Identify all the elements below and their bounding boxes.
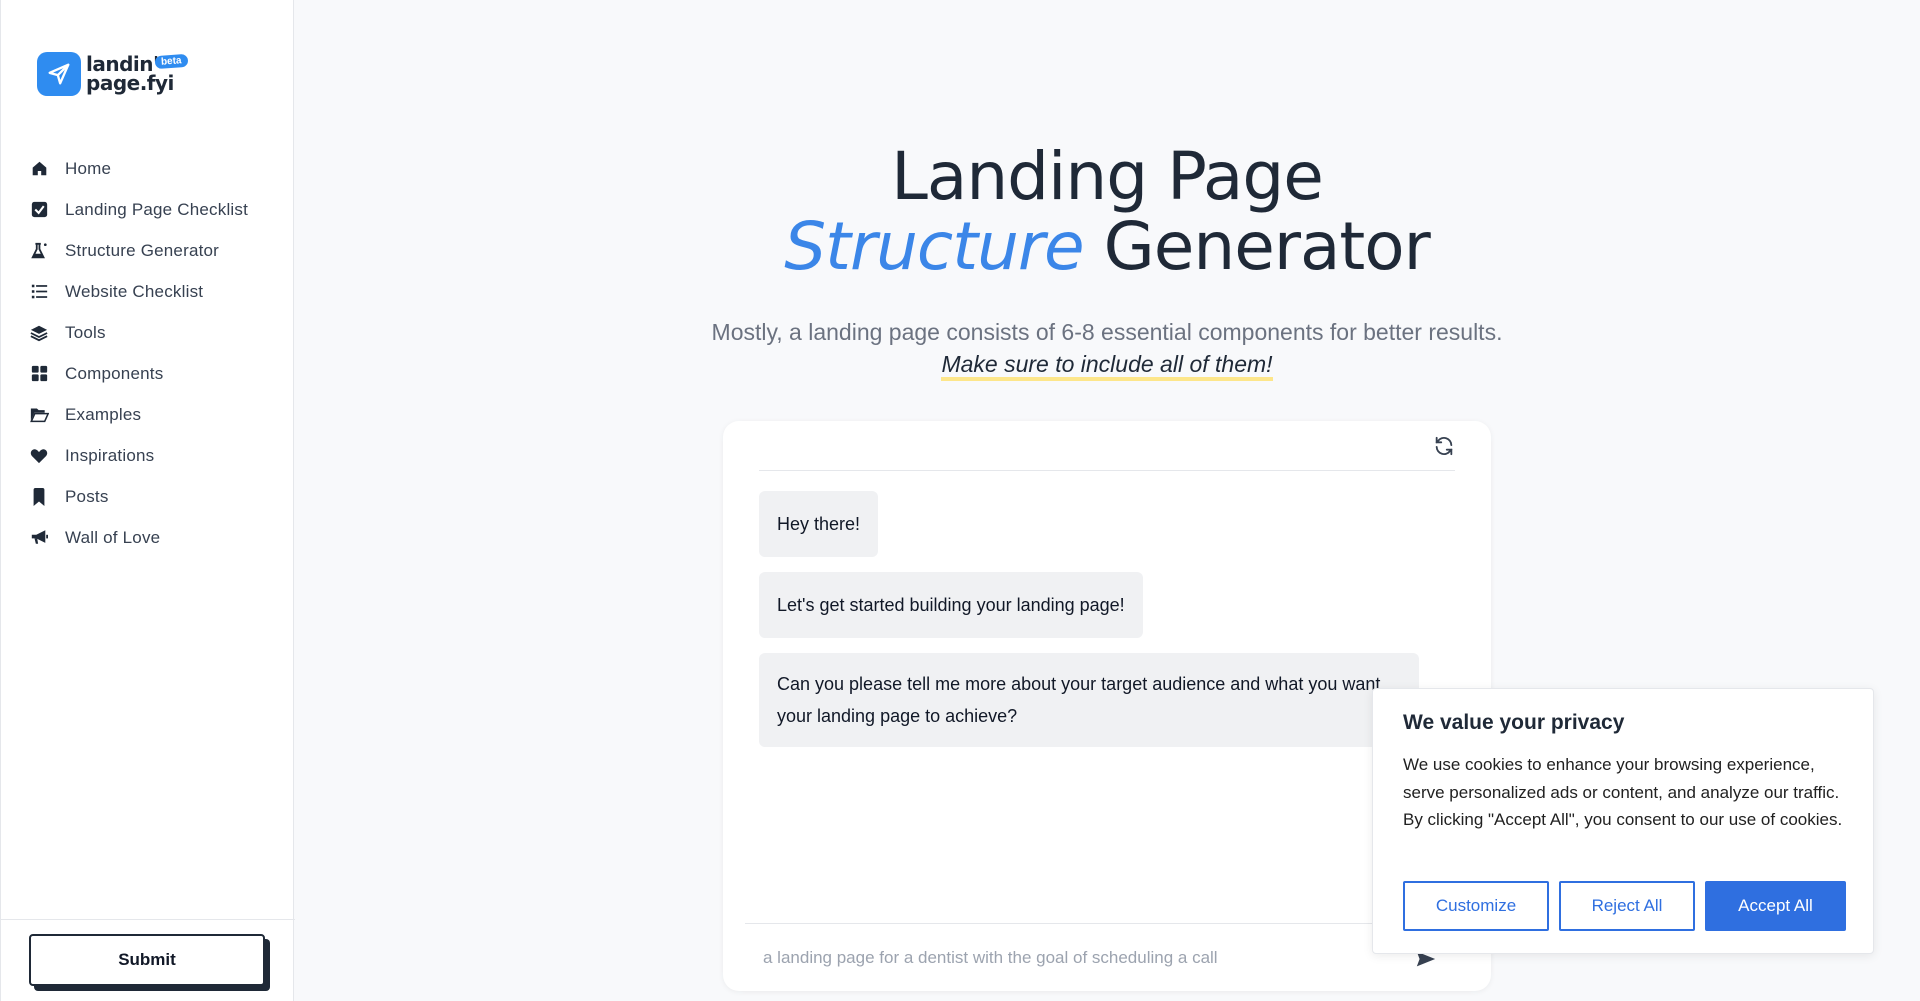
hero-subtitle: Mostly, a landing page consists of 6-8 e… [711, 319, 1503, 345]
sidebar: landin' page.fyi beta Home Landing Page … [0, 0, 295, 1001]
layers-icon [29, 323, 49, 343]
sidebar-item-label: Landing Page Checklist [65, 199, 249, 219]
reject-all-button[interactable]: Reject All [1559, 881, 1695, 931]
megaphone-icon [29, 528, 49, 548]
logo[interactable]: landin' page.fyi beta [37, 52, 188, 96]
submit-button[interactable]: Submit [29, 934, 265, 986]
home-icon [29, 159, 49, 179]
refresh-icon[interactable] [1433, 435, 1455, 457]
sidebar-item-inspirations[interactable]: Inspirations [29, 435, 279, 476]
hero-subtitle-emphasis: Make sure to include all of them! [294, 348, 1920, 381]
sidebar-item-posts[interactable]: Posts [29, 476, 279, 517]
sidebar-item-structure-generator[interactable]: Structure Generator [29, 230, 279, 271]
sidebar-item-website-checklist[interactable]: Website Checklist [29, 271, 279, 312]
sidebar-item-landing-page-checklist[interactable]: Landing Page Checklist [29, 189, 279, 230]
cookie-actions: Customize Reject All Accept All [1403, 881, 1846, 931]
page-title: Landing Page Structure Generator [294, 142, 1920, 282]
sidebar-item-home[interactable]: Home [29, 148, 279, 189]
chat-input[interactable] [745, 924, 1385, 992]
title-accent: Structure [784, 208, 1084, 285]
sidebar-footer: Submit [1, 919, 295, 1001]
beta-badge: beta [154, 53, 188, 70]
sidebar-item-label: Website Checklist [65, 281, 204, 301]
sidebar-item-label: Structure Generator [65, 240, 220, 260]
flask-icon [29, 241, 49, 261]
check-square-icon [29, 200, 49, 220]
sidebar-item-label: Components [65, 363, 164, 383]
cookie-title: We value your privacy [1403, 711, 1625, 734]
folder-open-icon [29, 405, 49, 425]
chat-message: Can you please tell me more about your t… [759, 653, 1419, 747]
chat-messages: Hey there! Let's get started building yo… [759, 491, 1419, 762]
cookie-banner: We value your privacy We use cookies to … [1372, 688, 1874, 954]
sidebar-item-tools[interactable]: Tools [29, 312, 279, 353]
bookmark-icon [29, 487, 49, 507]
title-line-2: Structure Generator [294, 212, 1920, 282]
sidebar-item-label: Home [65, 158, 112, 178]
sidebar-item-label: Inspirations [65, 445, 155, 465]
accept-all-button[interactable]: Accept All [1705, 881, 1846, 931]
paper-plane-icon [37, 52, 81, 96]
title-rest: Generator [1083, 208, 1431, 285]
chat-input-area [745, 923, 1469, 992]
list-icon [29, 282, 49, 302]
sidebar-nav: Home Landing Page Checklist Structure Ge… [29, 148, 279, 558]
sidebar-item-label: Wall of Love [65, 527, 161, 547]
sidebar-item-examples[interactable]: Examples [29, 394, 279, 435]
cookie-text: We use cookies to enhance your browsing … [1403, 755, 1843, 829]
sidebar-item-wall-of-love[interactable]: Wall of Love [29, 517, 279, 558]
customize-button[interactable]: Customize [1403, 881, 1549, 931]
chat-message: Let's get started building your landing … [759, 572, 1143, 638]
chat-message: Hey there! [759, 491, 879, 557]
grid-icon [29, 364, 49, 384]
sidebar-item-label: Posts [65, 486, 109, 506]
title-line-1: Landing Page [891, 138, 1324, 215]
sidebar-item-label: Examples [65, 404, 142, 424]
sidebar-item-components[interactable]: Components [29, 353, 279, 394]
highlighted-text: Make sure to include all of them! [941, 351, 1273, 381]
hero: Landing Page Structure Generator Mostly,… [294, 142, 1920, 381]
sidebar-item-label: Tools [65, 322, 106, 342]
chat-header [759, 421, 1455, 471]
heart-icon [29, 446, 49, 466]
